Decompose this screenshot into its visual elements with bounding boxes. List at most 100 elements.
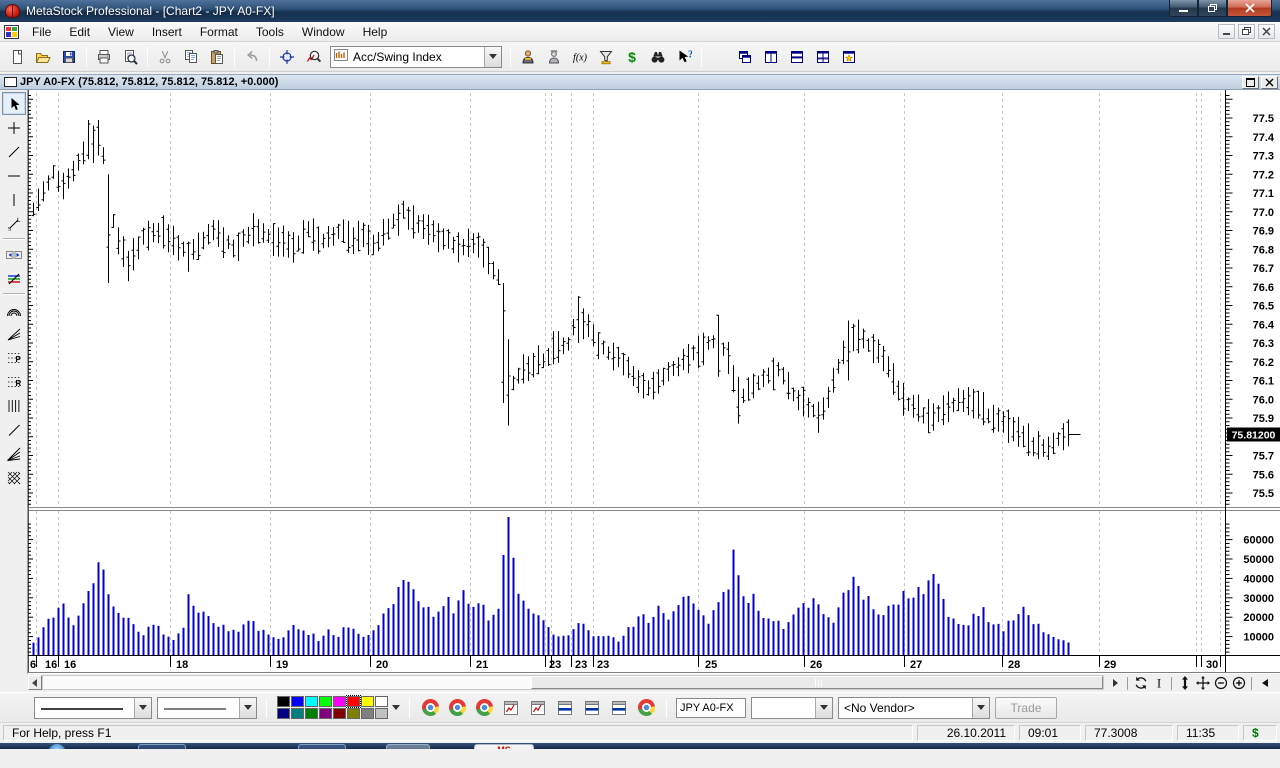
indicator-combo[interactable]: Acc/Swing Index	[330, 46, 502, 68]
tile-horizontal-button[interactable]	[784, 45, 810, 69]
minimize-button[interactable]	[1169, 0, 1198, 17]
tool-scale-buttons-button[interactable]	[2, 243, 26, 266]
tool-pointer-button[interactable]	[2, 92, 26, 115]
chart-canvas[interactable]: 75.575.675.775.976.076.176.276.376.476.5…	[28, 90, 1280, 674]
symbol-field[interactable]	[676, 698, 746, 718]
open-button[interactable]	[30, 45, 56, 69]
tool-time-zones-button[interactable]	[2, 394, 26, 417]
refresh-button[interactable]	[1132, 675, 1149, 691]
undo-button[interactable]	[239, 45, 265, 69]
horizontal-scrollbar[interactable]	[42, 675, 1104, 690]
color-swatch-808000[interactable]	[347, 708, 360, 719]
zoom-in-button[interactable]	[1230, 675, 1247, 691]
zoom-out-button[interactable]	[1212, 675, 1229, 691]
menu-edit[interactable]: Edit	[60, 22, 99, 42]
close-button[interactable]	[1227, 0, 1272, 17]
chart-template-1-button[interactable]	[500, 697, 522, 719]
downloader-button[interactable]	[541, 45, 567, 69]
find-binoculars-button[interactable]	[645, 45, 671, 69]
page-right-button[interactable]	[1274, 675, 1280, 691]
new-button[interactable]	[4, 45, 30, 69]
line-weight-combo[interactable]	[157, 697, 257, 719]
tool-trendline-button[interactable]	[2, 140, 26, 163]
tool-crosshair-button[interactable]	[2, 116, 26, 139]
zoom-chart-button[interactable]	[300, 45, 326, 69]
tool-projection-r-button[interactable]: R	[2, 370, 26, 393]
color-swatch-ffffff[interactable]	[375, 696, 388, 707]
expert-advisor-button[interactable]	[515, 45, 541, 69]
chart-window-titlebar[interactable]: JPY A0-FX (75.812, 75.812, 75.812, 75.81…	[0, 74, 1280, 90]
color-swatch-ff00ff[interactable]	[333, 696, 346, 707]
page-left-button[interactable]	[1256, 675, 1273, 691]
copy-button[interactable]	[178, 45, 204, 69]
taskbar-button[interactable]	[298, 744, 346, 749]
line-style-combo[interactable]	[34, 697, 152, 719]
menu-view[interactable]: View	[99, 22, 143, 42]
workspace-options-button[interactable]	[836, 45, 862, 69]
layout-window-1-button[interactable]	[554, 697, 576, 719]
color-swatch-ffff00[interactable]	[361, 696, 374, 707]
combo-dropdown-arrow[interactable]	[815, 698, 832, 718]
context-help-button[interactable]: ?	[671, 45, 697, 69]
tile-vertical-button[interactable]	[758, 45, 784, 69]
trade-dollar-button[interactable]: $	[619, 45, 645, 69]
palette-dropdown-arrow[interactable]	[392, 705, 400, 710]
color-swatch-00ffff[interactable]	[305, 696, 318, 707]
color-swatch-c0c0c0[interactable]	[375, 708, 388, 719]
tile-grid-button[interactable]	[810, 45, 836, 69]
tool-projection-p-button[interactable]: P	[2, 346, 26, 369]
chart-maximize-button[interactable]	[1242, 76, 1259, 89]
cut-button[interactable]	[152, 45, 178, 69]
color-swatch-ff0000[interactable]	[347, 696, 360, 707]
tool-sl-risk-tool-button[interactable]: sL	[2, 212, 26, 235]
mdi-minimize-button[interactable]	[1218, 24, 1235, 39]
vendor-combo[interactable]: <No Vendor>	[838, 697, 990, 719]
menu-help[interactable]: Help	[354, 22, 397, 42]
menu-insert[interactable]: Insert	[143, 22, 191, 42]
taskbar-button[interactable]	[138, 744, 186, 749]
explorer-button[interactable]	[593, 45, 619, 69]
tool-hatch-button[interactable]	[2, 466, 26, 489]
save-button[interactable]	[56, 45, 82, 69]
style-ring-1-button[interactable]	[419, 697, 441, 719]
tool-horizontal-line-button[interactable]	[2, 164, 26, 187]
taskbar-button[interactable]	[386, 744, 430, 749]
print-preview-button[interactable]	[117, 45, 143, 69]
color-swatch-0000ff[interactable]	[291, 696, 304, 707]
mdi-close-button[interactable]	[1258, 24, 1275, 39]
move-button[interactable]	[1194, 675, 1211, 691]
target-button[interactable]	[274, 45, 300, 69]
chart-template-2-button[interactable]	[527, 697, 549, 719]
expand-vertical-button[interactable]	[1176, 675, 1193, 691]
menu-format[interactable]: Format	[191, 22, 247, 42]
style-ring-4-button[interactable]	[635, 697, 657, 719]
combo-dropdown-arrow[interactable]	[134, 698, 151, 718]
scroll-left-button[interactable]	[28, 675, 42, 690]
menu-file[interactable]: File	[23, 22, 60, 42]
print-button[interactable]	[91, 45, 117, 69]
color-swatch-008000[interactable]	[305, 708, 318, 719]
layout-window-3-button[interactable]	[608, 697, 630, 719]
ibeam-button[interactable]: I	[1150, 675, 1167, 691]
cascade-windows-button[interactable]	[732, 45, 758, 69]
tool-vertical-line-button[interactable]	[2, 188, 26, 211]
combo-dropdown-arrow[interactable]	[239, 698, 256, 718]
start-orb[interactable]	[48, 744, 66, 749]
color-swatch-800080[interactable]	[319, 708, 332, 719]
scroll-right-button[interactable]	[1106, 675, 1123, 691]
style-ring-3-button[interactable]	[473, 697, 495, 719]
tool-fibonacci-arcs-button[interactable]	[2, 298, 26, 321]
mdi-restore-button[interactable]	[1238, 24, 1255, 39]
menu-window[interactable]: Window	[293, 22, 354, 42]
color-swatch-000080[interactable]	[277, 708, 290, 719]
period-combo[interactable]	[751, 697, 833, 719]
combo-dropdown-arrow[interactable]	[972, 698, 989, 718]
style-ring-2-button[interactable]	[446, 697, 468, 719]
scrollbar-thumb[interactable]	[531, 676, 1103, 689]
taskbar-button-metastock[interactable]: MS	[474, 744, 534, 749]
indicator-builder-button[interactable]: f(x)	[567, 45, 593, 69]
menu-tools[interactable]: Tools	[247, 22, 293, 42]
combo-dropdown-arrow[interactable]	[484, 47, 501, 67]
color-swatch-808080[interactable]	[361, 708, 374, 719]
color-swatch-000000[interactable]	[277, 696, 290, 707]
